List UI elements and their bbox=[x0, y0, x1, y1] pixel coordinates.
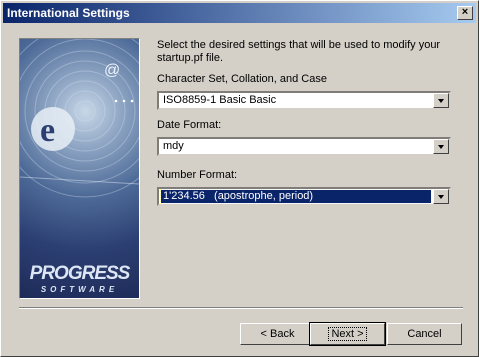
branding-image: e @ PROGRESS SOFTWARE bbox=[19, 38, 140, 299]
chevron-down-icon[interactable] bbox=[433, 139, 449, 154]
date-format-dropdown[interactable]: mdy bbox=[157, 137, 451, 156]
divider bbox=[19, 307, 463, 309]
window-title: International Settings bbox=[7, 6, 130, 20]
charset-dropdown[interactable]: ISO8859-1 Basic Basic bbox=[157, 91, 451, 110]
number-format-value: 1'234.56 (apostrophe, period) bbox=[160, 189, 432, 204]
date-format-label: Date Format: bbox=[157, 119, 222, 131]
number-format-dropdown[interactable]: 1'234.56 (apostrophe, period) bbox=[157, 187, 451, 206]
next-button[interactable]: Next > bbox=[309, 322, 386, 346]
progress-logo-text: PROGRESS bbox=[29, 263, 131, 284]
chevron-down-icon[interactable] bbox=[433, 189, 449, 204]
number-format-label: Number Format: bbox=[157, 169, 238, 181]
charset-label: Character Set, Collation, and Case bbox=[157, 73, 327, 85]
svg-text:e: e bbox=[40, 112, 55, 149]
chevron-down-icon[interactable] bbox=[433, 93, 449, 108]
close-icon: × bbox=[461, 6, 469, 18]
dialog-window: International Settings × e @ PROGRESS SO… bbox=[0, 0, 479, 357]
date-format-value: mdy bbox=[163, 140, 184, 152]
next-button-label: Next > bbox=[328, 327, 367, 341]
back-button[interactable]: < Back bbox=[240, 323, 315, 345]
charset-value: ISO8859-1 Basic Basic bbox=[163, 94, 277, 106]
e-at-logo-icon: e @ bbox=[20, 39, 139, 198]
title-bar[interactable]: International Settings × bbox=[3, 3, 476, 23]
instructions-text: Select the desired settings that will be… bbox=[157, 39, 441, 64]
close-button[interactable]: × bbox=[457, 6, 473, 20]
software-logo-text: SOFTWARE bbox=[40, 285, 119, 294]
cancel-button[interactable]: Cancel bbox=[387, 323, 462, 345]
svg-text:@: @ bbox=[104, 62, 120, 79]
